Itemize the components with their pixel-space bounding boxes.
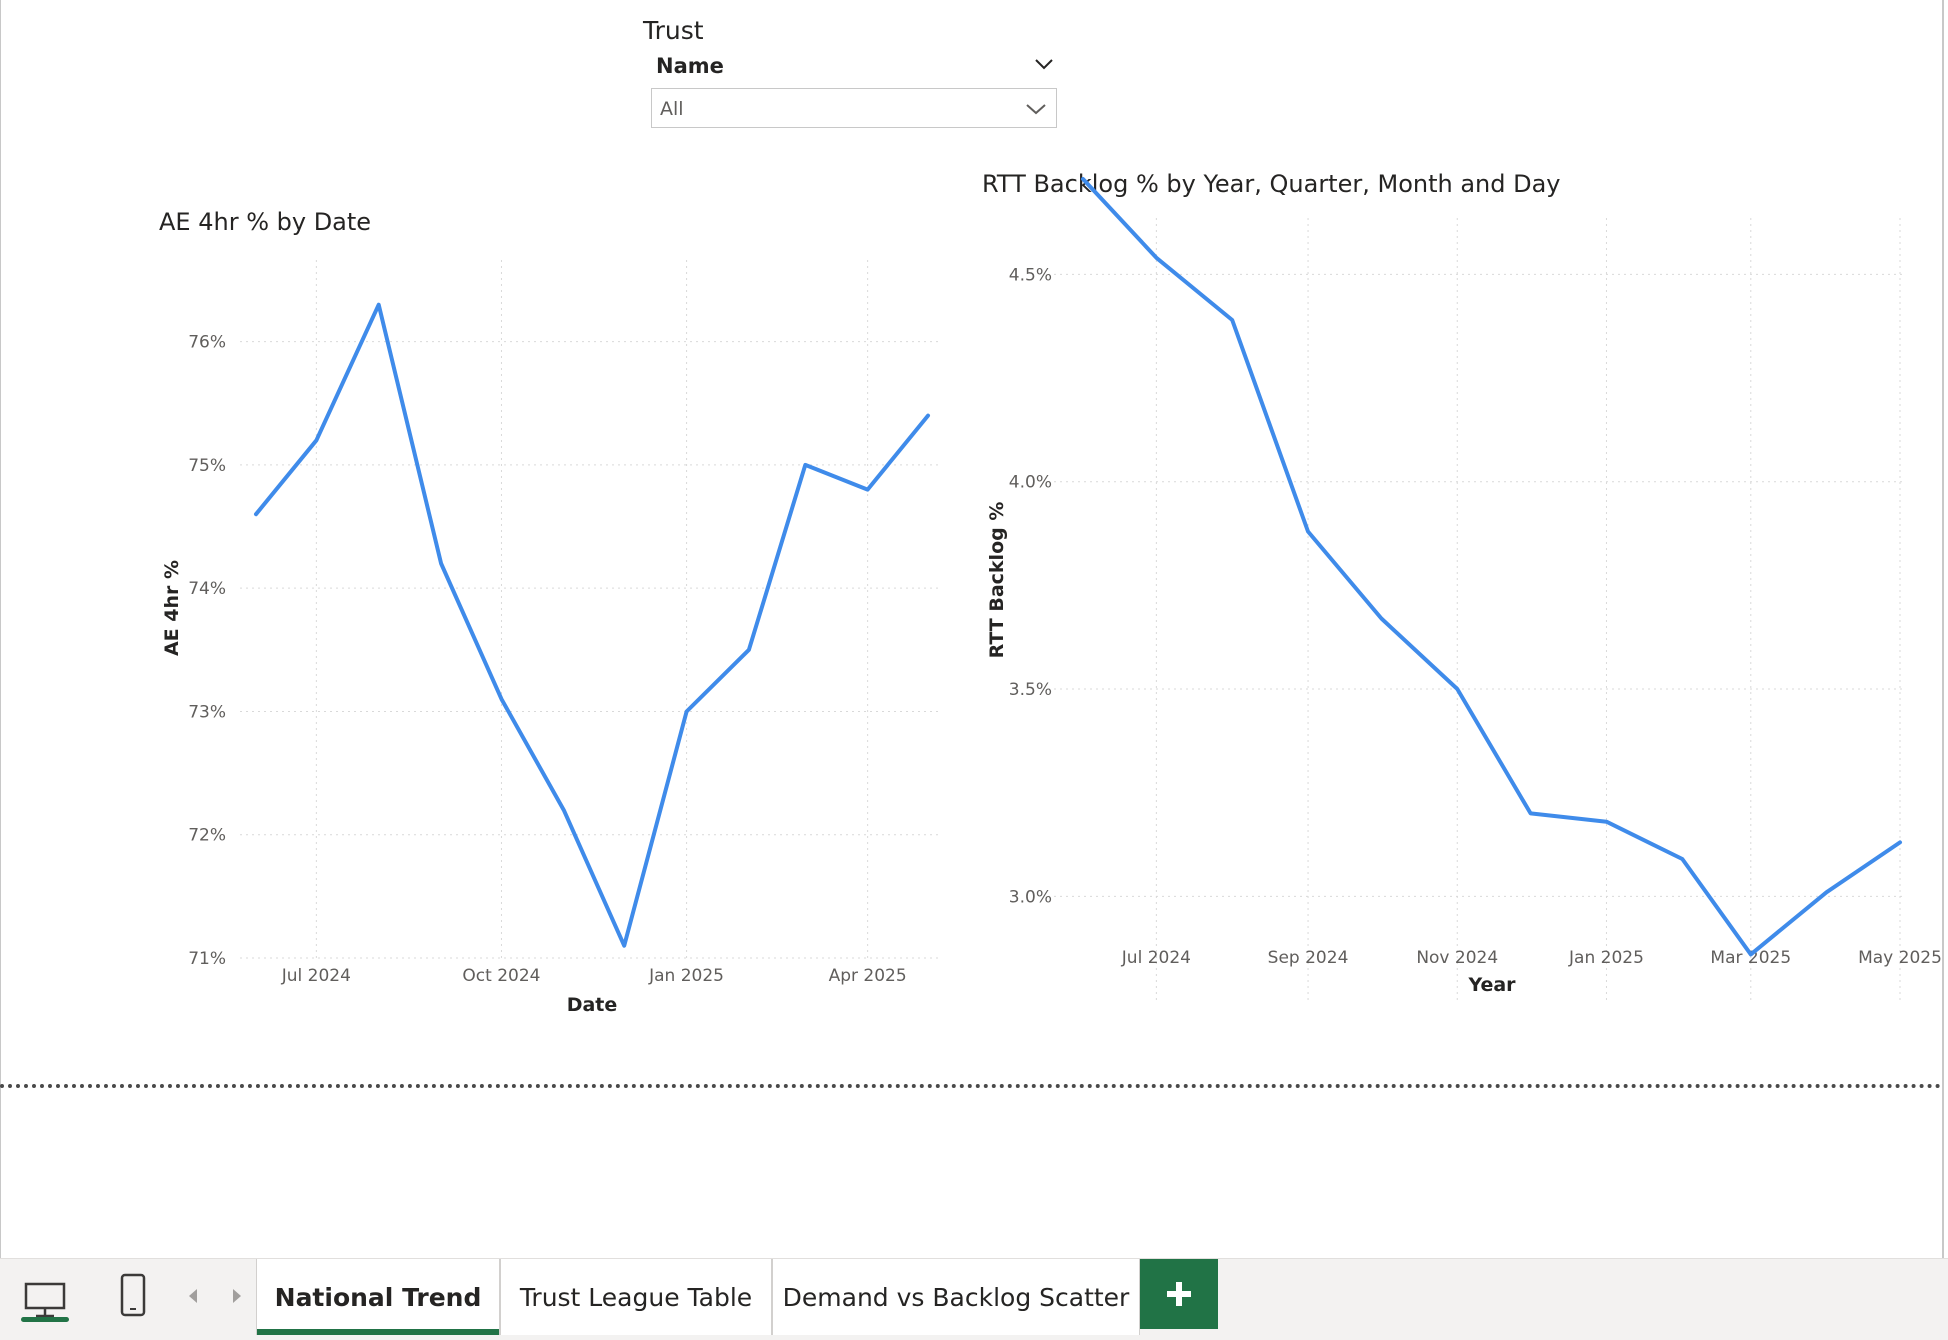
y-tick-label: 3.0% bbox=[1009, 887, 1052, 907]
x-tick-label: May 2025 bbox=[1858, 948, 1942, 968]
x-tick-label: Oct 2024 bbox=[462, 966, 540, 986]
y-axis-title: RTT Backlog % bbox=[986, 502, 1008, 659]
y-axis-title: AE 4hr % bbox=[161, 560, 183, 656]
canvas-border-right bbox=[1942, 0, 1944, 1258]
y-tick-label: 4.0% bbox=[1009, 473, 1052, 493]
x-tick-label: Jul 2024 bbox=[281, 966, 351, 986]
x-tick-label: Apr 2025 bbox=[829, 966, 907, 986]
page-navigation-bar: National Trend Trust League Table Demand… bbox=[0, 1258, 1948, 1340]
add-page-button[interactable] bbox=[1140, 1259, 1218, 1329]
y-tick-label: 74% bbox=[188, 579, 226, 599]
chevron-right-icon[interactable] bbox=[230, 1285, 244, 1307]
desktop-icon[interactable] bbox=[20, 1275, 70, 1323]
series-line bbox=[1083, 179, 1900, 954]
y-tick-label: 76% bbox=[188, 333, 226, 353]
y-tick-label: 4.5% bbox=[1009, 265, 1052, 285]
desktop-view-indicator bbox=[21, 1317, 69, 1322]
phone-icon[interactable] bbox=[116, 1271, 150, 1321]
page-height-divider bbox=[0, 1084, 1942, 1088]
x-tick-label: Nov 2024 bbox=[1416, 948, 1498, 968]
y-tick-label: 75% bbox=[188, 456, 226, 476]
y-tick-label: 71% bbox=[188, 949, 226, 969]
x-tick-label: Jan 2025 bbox=[1568, 948, 1644, 968]
x-axis-title: Date bbox=[567, 994, 618, 1016]
rtt-backlog-line-chart[interactable]: RTT Backlog % by Year, Quarter, Month an… bbox=[960, 0, 1942, 1040]
y-tick-label: 73% bbox=[188, 702, 226, 722]
rtt-chart-plot: 3.0% 3.5% 4.0% 4.5% Jul 2024 Sep 2024 Nov 2024… bbox=[960, 0, 1942, 1040]
x-tick-label: Sep 2024 bbox=[1268, 948, 1349, 968]
chevron-left-icon[interactable] bbox=[186, 1285, 200, 1307]
tab-label: Trust League Table bbox=[520, 1283, 752, 1312]
report-canvas: Trust Name All AE 4hr % by Date 71%72%73… bbox=[0, 0, 1948, 1258]
tab-label: National Trend bbox=[275, 1283, 482, 1312]
tab-trust-league-table[interactable]: Trust League Table bbox=[500, 1259, 772, 1335]
tab-label: Demand vs Backlog Scatter bbox=[783, 1283, 1130, 1312]
y-tick-label: 72% bbox=[188, 826, 226, 846]
tab-demand-vs-backlog-scatter[interactable]: Demand vs Backlog Scatter bbox=[772, 1259, 1140, 1335]
x-axis-title: Year bbox=[1467, 974, 1516, 996]
ae-4hr-line-chart[interactable]: AE 4hr % by Date 71%72%73%74%75%76%Jul 2… bbox=[0, 0, 960, 1040]
ae-chart-plot: 71% 72% 73% 74% 75% 76% Jul 2024 Oct 2024 Jan 20… bbox=[0, 0, 960, 1040]
series-line bbox=[256, 305, 928, 946]
y-tick-label: 3.5% bbox=[1009, 680, 1052, 700]
tab-national-trend[interactable]: National Trend bbox=[256, 1259, 500, 1335]
plus-icon bbox=[1165, 1280, 1193, 1308]
x-tick-label: Jan 2025 bbox=[648, 966, 724, 986]
x-tick-label: Jul 2024 bbox=[1121, 948, 1191, 968]
